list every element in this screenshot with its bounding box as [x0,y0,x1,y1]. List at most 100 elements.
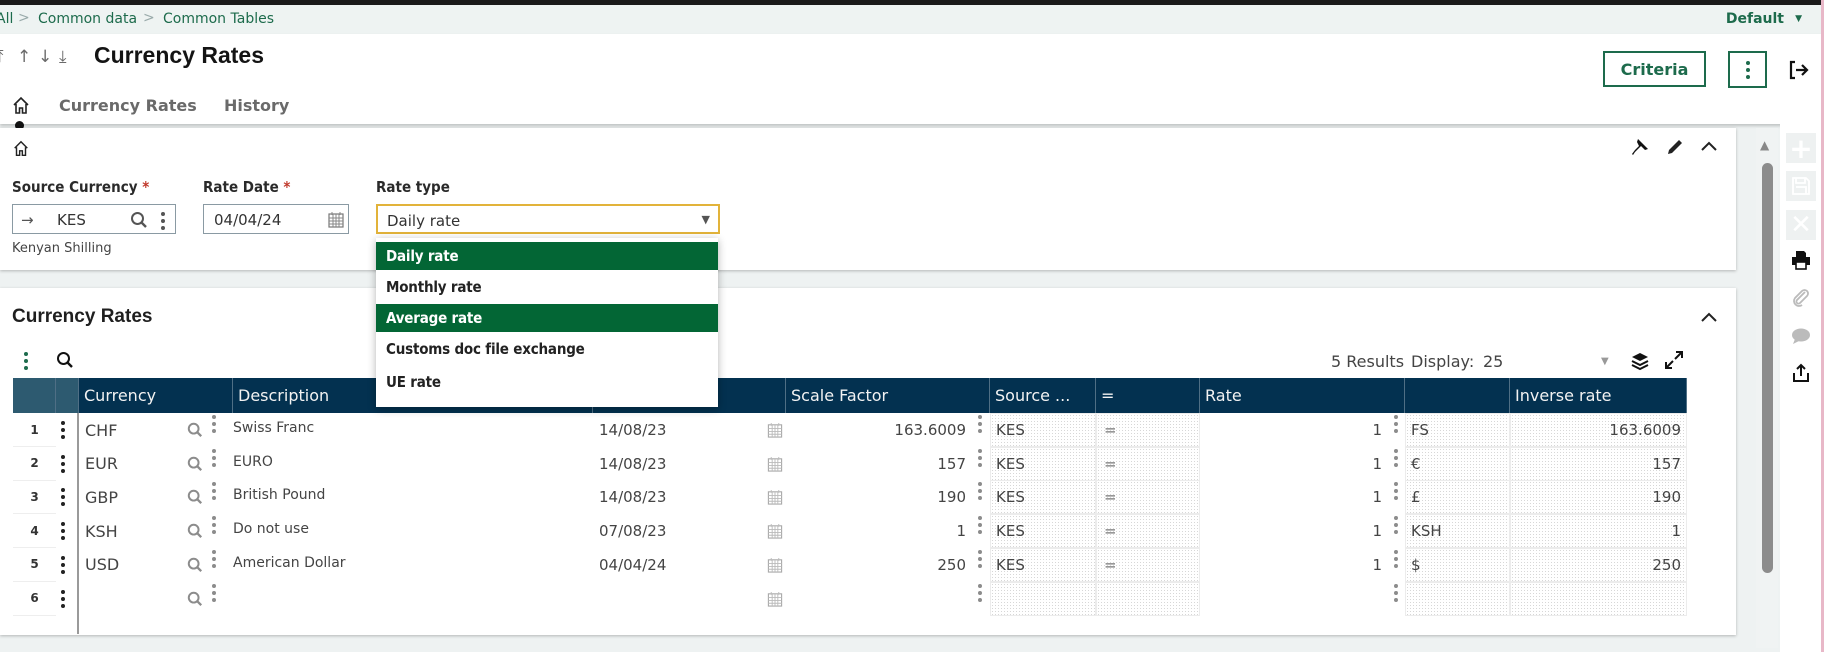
scale-factor-cell[interactable]: 190 [786,480,966,514]
layers-icon[interactable] [1630,351,1650,371]
row-menu-icon[interactable] [61,413,73,447]
rate-type-option[interactable]: Daily rate [376,242,718,270]
description-cell[interactable]: British Pound [233,478,583,512]
description-cell[interactable]: Do not use [233,512,583,546]
scale-factor-cell[interactable]: 1 [786,514,966,548]
description-cell[interactable] [233,580,583,614]
collapse-icon[interactable] [1700,139,1718,153]
more-vertical-icon[interactable] [978,576,988,610]
table-row[interactable]: 3 GBP British Pound 14/08/23 190 KES = 1 £190 [13,478,1687,515]
table-row[interactable]: 6 [13,580,1687,616]
date-cell[interactable]: 14/08/23 [599,480,739,514]
row-menu-icon[interactable] [61,582,73,616]
search-icon[interactable] [187,582,207,616]
column-header-rate[interactable]: Rate [1200,378,1405,413]
search-icon[interactable] [56,351,74,369]
currency-cell[interactable]: KSH [85,514,185,548]
tab-currency-rates[interactable]: Currency Rates [59,96,197,115]
search-icon[interactable] [130,211,148,229]
description-cell[interactable]: EURO [233,445,583,479]
column-header-inverse-rate[interactable]: Inverse rate [1510,378,1687,413]
rate-date-field[interactable]: 04/04/24 [203,204,349,234]
grid-menu-icon[interactable] [24,352,28,370]
date-cell[interactable] [599,582,739,616]
search-icon[interactable] [187,413,207,447]
table-row[interactable]: 4 KSH Do not use 07/08/23 1 KES = 1 KSH 1 [13,512,1687,549]
date-cell[interactable]: 04/04/24 [599,548,739,582]
currency-cell[interactable]: GBP [85,480,185,514]
rate-type-option[interactable]: UE rate [376,366,718,400]
search-icon[interactable] [187,480,207,514]
save-button[interactable] [1786,171,1816,201]
cancel-button[interactable]: ✕ [1786,210,1816,240]
more-vertical-icon[interactable] [212,474,222,508]
collapse-icon[interactable] [1700,310,1718,324]
more-vertical-icon[interactable] [212,576,222,610]
currency-cell[interactable] [85,582,185,616]
currency-cell[interactable]: CHF [85,413,185,447]
scroll-up-icon[interactable]: ▲ [1760,138,1769,152]
breadcrumb-common-tables[interactable]: Common Tables [163,11,274,27]
currency-cell[interactable]: EUR [85,447,185,481]
exit-icon[interactable] [1787,58,1811,82]
row-menu-icon[interactable] [61,480,73,514]
first-record-icon[interactable]: ⤒ [0,47,4,67]
date-cell[interactable]: 14/08/23 [599,447,739,481]
search-icon[interactable] [187,514,207,548]
more-vertical-icon[interactable] [978,474,988,508]
row-menu-icon[interactable] [61,548,73,582]
previous-record-icon[interactable]: ↑ [17,47,31,67]
scale-factor-cell[interactable]: 250 [786,548,966,582]
more-vertical-icon[interactable] [1394,474,1404,508]
calendar-icon[interactable] [767,548,785,582]
more-vertical-icon[interactable] [212,542,222,576]
more-vertical-icon[interactable] [1394,407,1404,441]
source-currency-field[interactable]: → KES [12,204,176,234]
scale-factor-cell[interactable] [786,582,966,616]
rate-cell[interactable]: 1 [1200,447,1382,481]
more-vertical-icon[interactable] [978,407,988,441]
calendar-icon[interactable] [767,413,785,447]
print-button[interactable] [1786,245,1816,275]
more-vertical-icon[interactable] [212,407,222,441]
more-vertical-icon[interactable] [978,542,988,576]
more-vertical-icon[interactable] [1394,508,1404,542]
rate-type-option[interactable]: Average rate [376,303,718,332]
edit-icon[interactable] [1665,137,1685,157]
scale-factor-cell[interactable]: 157 [786,447,966,481]
row-menu-icon[interactable] [61,447,73,481]
breadcrumb-common-data[interactable]: Common data [38,11,137,27]
next-record-icon[interactable]: ↓ [38,47,52,67]
table-row[interactable]: 2 EUR EURO 14/08/23 157 KES = 1 €157 [13,445,1687,481]
column-header-scale-factor[interactable]: Scale Factor [786,378,990,413]
calendar-icon[interactable] [767,514,785,548]
description-cell[interactable]: American Dollar [233,546,583,580]
expand-icon[interactable] [1664,350,1684,370]
table-row[interactable]: 1 CHF Swiss Franc 14/08/23 163.6009 KES = 1 FS 16… [13,413,1687,447]
pin-icon[interactable] [1630,137,1650,157]
add-button[interactable]: + [1786,132,1816,165]
calendar-icon[interactable] [328,211,344,228]
more-vertical-icon[interactable] [978,441,988,475]
caret-down-icon[interactable]: ▼ [1795,14,1802,24]
more-vertical-icon[interactable] [1394,576,1404,610]
rate-cell[interactable]: 1 [1200,548,1382,582]
more-vertical-icon[interactable] [1394,441,1404,475]
last-record-icon[interactable]: ⤓ [59,47,67,67]
breadcrumb-all[interactable]: All [0,11,13,27]
more-vertical-icon[interactable] [212,441,222,475]
criteria-button[interactable]: Criteria [1603,51,1706,87]
table-row[interactable]: 5 USD American Dollar 04/04/24 250 KES = 1 $250 [13,546,1687,582]
tab-history[interactable]: History [224,96,289,115]
rate-type-option[interactable]: Monthly rate [376,270,718,304]
caret-down-icon[interactable]: ▼ [1601,356,1609,367]
description-cell[interactable]: Swiss Franc [233,411,583,445]
date-cell[interactable]: 07/08/23 [599,514,739,548]
scale-factor-cell[interactable]: 163.6009 [786,413,966,447]
rate-type-option[interactable]: Customs doc file exchange [376,332,718,366]
display-count-select[interactable]: 25 [1483,352,1503,371]
column-header-source[interactable]: Source ... [990,378,1096,413]
calendar-icon[interactable] [767,447,785,481]
calendar-icon[interactable] [767,582,785,616]
export-button[interactable] [1786,358,1816,388]
